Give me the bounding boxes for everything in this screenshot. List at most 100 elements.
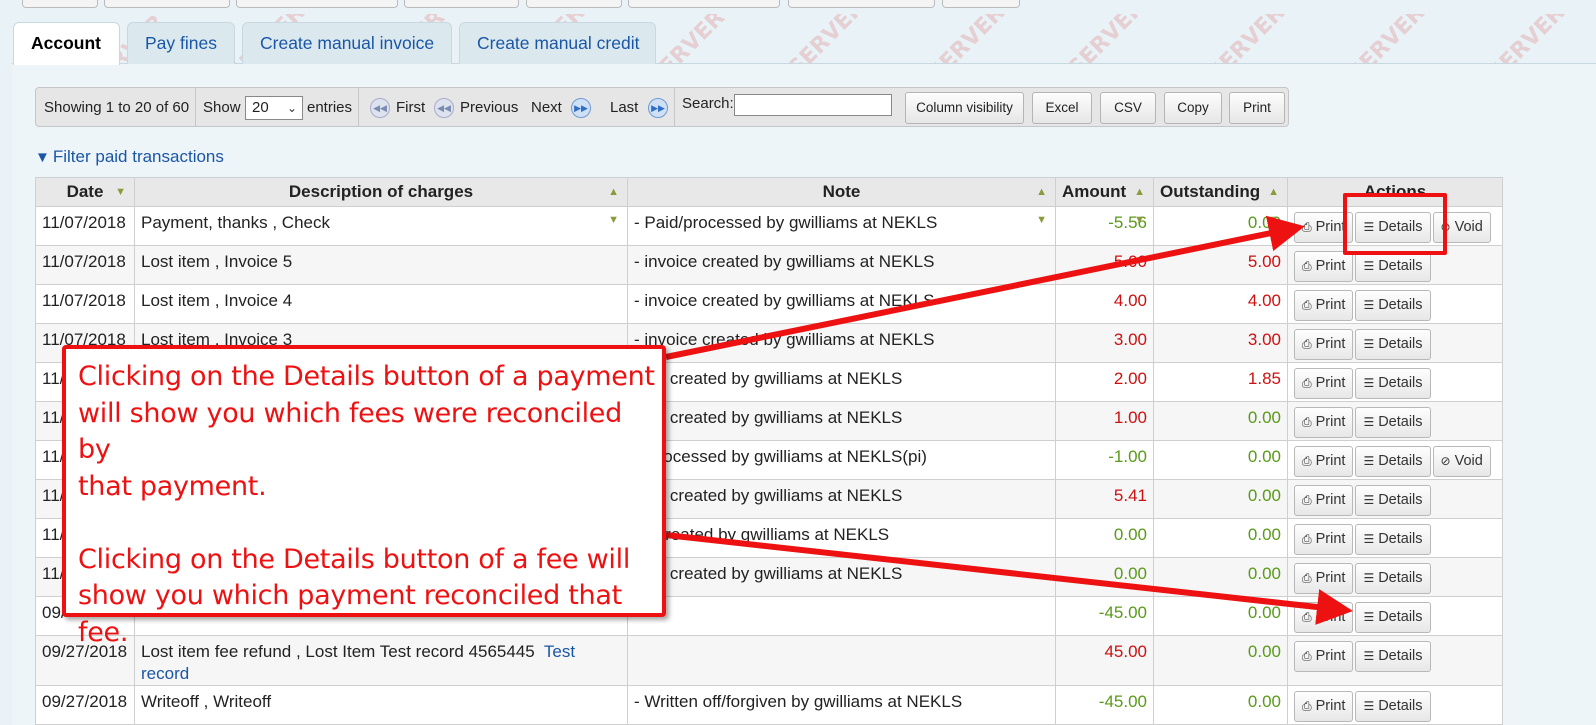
tab-pay-fines[interactable]: Pay fines — [127, 22, 235, 64]
details-button[interactable]: ☰ Details — [1355, 407, 1431, 438]
copy-button[interactable]: Copy — [1164, 92, 1222, 124]
tab-create-manual-credit[interactable]: Create manual credit — [459, 22, 656, 64]
print-row-button[interactable]: ⎙ Print — [1294, 691, 1354, 722]
column-visibility-button[interactable]: Column visibility — [905, 92, 1024, 124]
page-size-select[interactable]: 20 ⌄ — [245, 96, 303, 120]
print-row-button[interactable]: ⎙ Print — [1294, 407, 1354, 438]
button-label: Details — [1378, 258, 1423, 274]
column-header-note[interactable]: Note ▲ ▼ — [627, 177, 1056, 226]
details-button[interactable]: ☰ Details — [1355, 563, 1431, 594]
details-button[interactable]: ☰ Details — [1355, 446, 1431, 477]
printer-icon: ⎙ — [1302, 415, 1312, 429]
note-cell: oice created by gwilliams at NEKLS — [627, 362, 1056, 402]
void-button[interactable]: ⊘ Void — [1432, 446, 1491, 477]
details-button[interactable]: ☰ Details — [1355, 524, 1431, 555]
toolbar-button-stub[interactable] — [526, 0, 622, 8]
sort-both-icon: ▲ ▼ — [608, 186, 619, 226]
outstanding-cell: 0.00 — [1153, 440, 1288, 480]
list-icon: ☰ — [1363, 337, 1375, 351]
actions-cell: ⎙ Print ☰ Details — [1287, 596, 1503, 636]
callout-line: Clicking on the Details button of a fee … — [78, 543, 631, 575]
button-label: Details — [1378, 531, 1423, 547]
print-row-button[interactable]: ⎙ Print — [1294, 446, 1354, 477]
column-header-description[interactable]: Description of charges ▲ ▼ — [134, 177, 628, 226]
table-row: 09/27/2018 Writeoff , Writeoff - Written o… — [35, 685, 1503, 725]
button-label: Details — [1378, 336, 1423, 352]
details-button[interactable]: ☰ Details — [1355, 368, 1431, 399]
printer-icon: ⎙ — [1302, 376, 1312, 390]
toolbar-button-stub[interactable] — [404, 0, 519, 8]
print-row-button[interactable]: ⎙ Print — [1294, 524, 1354, 555]
printer-icon: ⎙ — [1302, 493, 1312, 507]
amount-cell: 1.00 — [1055, 401, 1154, 441]
toolbar-button-stub[interactable] — [22, 0, 98, 8]
list-icon: ☰ — [1363, 376, 1375, 390]
divider — [358, 88, 359, 126]
print-row-button[interactable]: ⎙ Print — [1294, 641, 1354, 672]
toolbar-button-stub[interactable] — [104, 0, 230, 8]
printer-icon: ⎙ — [1302, 220, 1312, 234]
amount-cell: 3.00 — [1055, 323, 1154, 363]
top-toolbar-remnant — [0, 0, 1596, 14]
column-header-date[interactable]: Date ▼ — [35, 177, 135, 207]
details-button[interactable]: ☰ Details — [1355, 290, 1431, 321]
print-button[interactable]: Print — [1229, 92, 1285, 124]
toolbar-button-stub[interactable] — [788, 0, 935, 8]
button-label: Print — [1315, 570, 1346, 586]
print-row-button[interactable]: ⎙ Print — [1294, 602, 1354, 633]
print-row-button[interactable]: ⎙ Print — [1294, 290, 1354, 321]
first-page-link[interactable]: First — [396, 99, 425, 116]
note-cell: - invoice created by gwilliams at NEKLS — [627, 323, 1056, 363]
description-cell: Lost item , Invoice 5 — [134, 245, 628, 285]
details-button[interactable]: ☰ Details — [1355, 602, 1431, 633]
details-button[interactable]: ☰ Details — [1355, 251, 1431, 282]
last-page-link[interactable]: Last — [610, 99, 638, 116]
print-row-button[interactable]: ⎙ Print — [1294, 251, 1354, 282]
search-input[interactable] — [734, 94, 892, 116]
actions-cell: ⎙ Print ☰ Details — [1287, 362, 1503, 402]
note-cell — [627, 635, 1056, 686]
table-row: 11/07/2018 Lost item , Invoice 4- invoice… — [35, 284, 1503, 324]
button-label: Print — [1315, 219, 1346, 235]
column-header-amount[interactable]: Amount ▲ ▼ — [1055, 177, 1154, 226]
details-highlight-box — [1343, 193, 1447, 255]
list-icon: ☰ — [1363, 610, 1375, 624]
next-page-icon[interactable]: ▶▶ — [571, 98, 591, 118]
details-button[interactable]: ☰ Details — [1355, 691, 1431, 722]
details-button[interactable]: ☰ Details — [1355, 641, 1431, 672]
print-row-button[interactable]: ⎙ Print — [1294, 368, 1354, 399]
first-page-icon[interactable]: ◀◀ — [370, 98, 390, 118]
tab-create-manual-invoice[interactable]: Create manual invoice — [242, 22, 452, 64]
csv-button[interactable]: CSV — [1100, 92, 1156, 124]
next-page-link[interactable]: Next — [531, 99, 562, 116]
printer-icon: ⎙ — [1302, 649, 1312, 663]
printer-icon: ⎙ — [1302, 571, 1312, 585]
print-row-button[interactable]: ⎙ Print — [1294, 329, 1354, 360]
table-header-row: Date ▼ Description of charges ▲ ▼ Note ▲ ▼ Am… — [35, 177, 1503, 226]
button-label: Print — [1315, 414, 1346, 430]
toolbar-button-stub[interactable] — [942, 0, 1020, 8]
amount-cell: 5.41 — [1055, 479, 1154, 519]
print-row-button[interactable]: ⎙ Print — [1294, 485, 1354, 516]
toolbar-button-stub[interactable] — [236, 0, 398, 8]
column-header-outstanding[interactable]: Outstanding ▲ ▼ — [1153, 177, 1288, 226]
filter-paid-transactions-link[interactable]: ▼ Filter paid transactions — [35, 147, 224, 167]
details-button[interactable]: ☰ Details — [1355, 329, 1431, 360]
toolbar-button-stub[interactable] — [628, 0, 780, 8]
entries-label: entries — [307, 99, 353, 116]
print-row-button[interactable]: ⎙ Print — [1294, 563, 1354, 594]
printer-icon: ⎙ — [1302, 610, 1312, 624]
previous-page-link[interactable]: Previous — [460, 99, 518, 116]
page-size-value: 20 — [252, 99, 269, 116]
details-button[interactable]: ☰ Details — [1355, 485, 1431, 516]
tab-account[interactable]: Account — [13, 22, 120, 65]
previous-page-icon[interactable]: ◀◀ — [434, 98, 454, 118]
list-icon: ☰ — [1363, 699, 1375, 713]
button-label: Print — [1315, 492, 1346, 508]
list-icon: ☰ — [1363, 493, 1375, 507]
excel-button[interactable]: Excel — [1032, 92, 1092, 124]
printer-icon: ⎙ — [1302, 699, 1312, 713]
last-page-icon[interactable]: ▶▶ — [648, 98, 668, 118]
printer-icon: ⎙ — [1302, 454, 1312, 468]
search-label: Search: — [682, 95, 734, 112]
